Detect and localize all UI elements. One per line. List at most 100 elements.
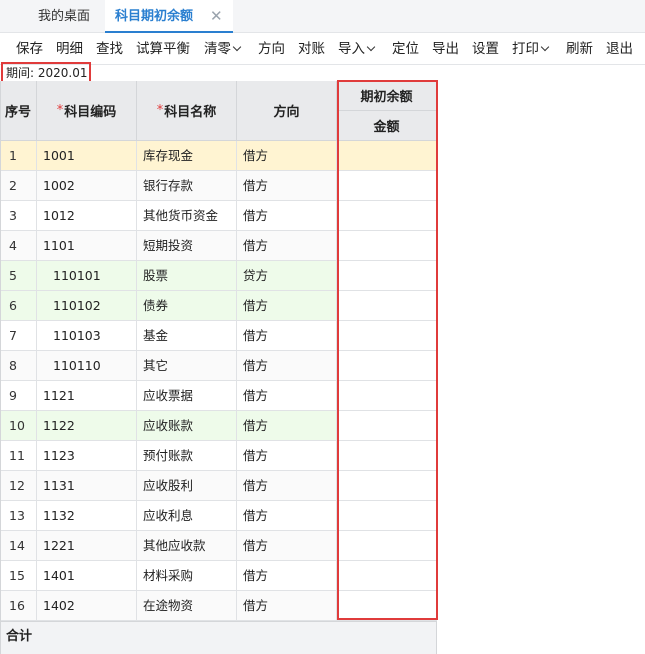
table-row[interactable]: 4 1101 短期投资 借方 xyxy=(0,231,437,261)
cell-amount-input[interactable] xyxy=(337,141,437,170)
cell-amount-input[interactable] xyxy=(337,321,437,350)
cell-name[interactable]: 其它 xyxy=(137,351,237,380)
cell-name[interactable]: 应收股利 xyxy=(137,471,237,500)
reconcile-button[interactable]: 对账 xyxy=(298,39,325,59)
cell-amount-input[interactable] xyxy=(337,291,437,320)
cell-amount-input[interactable] xyxy=(337,531,437,560)
cell-direction[interactable]: 借方 xyxy=(237,591,337,620)
cell-amount-input[interactable] xyxy=(337,471,437,500)
print-dropdown[interactable]: 打印 xyxy=(512,39,550,59)
table-row[interactable]: 1 1001 库存现金 借方 xyxy=(0,141,437,171)
cell-code[interactable]: 1221 xyxy=(37,531,137,560)
cell-name[interactable]: 短期投资 xyxy=(137,231,237,260)
cell-code[interactable]: 1001 xyxy=(37,141,137,170)
close-icon[interactable]: ✕ xyxy=(210,0,223,33)
cell-code[interactable]: 110110 xyxy=(37,351,137,380)
cell-name[interactable]: 应收账款 xyxy=(137,411,237,440)
cell-direction[interactable]: 借方 xyxy=(237,171,337,200)
cell-code[interactable]: 1101 xyxy=(37,231,137,260)
table-row[interactable]: 10 1122 应收账款 借方 xyxy=(0,411,437,441)
header-code[interactable]: * 科目编码 xyxy=(37,81,137,141)
cell-amount-input[interactable] xyxy=(337,351,437,380)
header-direction[interactable]: 方向 xyxy=(237,81,337,141)
refresh-button[interactable]: 刷新 xyxy=(566,39,593,59)
cell-direction[interactable]: 借方 xyxy=(237,381,337,410)
cell-direction[interactable]: 借方 xyxy=(237,351,337,380)
cell-direction[interactable]: 借方 xyxy=(237,321,337,350)
cell-direction[interactable]: 借方 xyxy=(237,501,337,530)
header-amount[interactable]: 金额 xyxy=(337,111,437,141)
direction-button[interactable]: 方向 xyxy=(258,39,285,59)
cell-direction[interactable]: 借方 xyxy=(237,561,337,590)
table-row[interactable]: 5 110101 股票 贷方 xyxy=(0,261,437,291)
exit-button[interactable]: 退出 xyxy=(606,39,633,59)
cell-code[interactable]: 110102 xyxy=(37,291,137,320)
table-row[interactable]: 16 1402 在途物资 借方 xyxy=(0,591,437,621)
tab-my-desktop[interactable]: 我的桌面 xyxy=(23,0,105,33)
table-row[interactable]: 15 1401 材料采购 借方 xyxy=(0,561,437,591)
table-row[interactable]: 13 1132 应收利息 借方 xyxy=(0,501,437,531)
table-row[interactable]: 9 1121 应收票据 借方 xyxy=(0,381,437,411)
table-row[interactable]: 2 1002 银行存款 借方 xyxy=(0,171,437,201)
cell-amount-input[interactable] xyxy=(337,381,437,410)
table-row[interactable]: 8 110110 其它 借方 xyxy=(0,351,437,381)
cell-code[interactable]: 1402 xyxy=(37,591,137,620)
cell-code[interactable]: 1012 xyxy=(37,201,137,230)
cell-name[interactable]: 应收利息 xyxy=(137,501,237,530)
table-row[interactable]: 6 110102 债券 借方 xyxy=(0,291,437,321)
cell-code[interactable]: 1121 xyxy=(37,381,137,410)
cell-code[interactable]: 1132 xyxy=(37,501,137,530)
export-button[interactable]: 导出 xyxy=(432,39,459,59)
cell-name[interactable]: 其他货币资金 xyxy=(137,201,237,230)
cell-direction[interactable]: 借方 xyxy=(237,201,337,230)
cell-direction[interactable]: 借方 xyxy=(237,231,337,260)
cell-name[interactable]: 债券 xyxy=(137,291,237,320)
cell-amount-input[interactable] xyxy=(337,231,437,260)
cell-direction[interactable]: 借方 xyxy=(237,441,337,470)
cell-code[interactable]: 1122 xyxy=(37,411,137,440)
cell-name[interactable]: 银行存款 xyxy=(137,171,237,200)
save-button[interactable]: 保存 xyxy=(16,39,43,59)
settings-button[interactable]: 设置 xyxy=(472,39,499,59)
cell-direction[interactable]: 借方 xyxy=(237,471,337,500)
header-name[interactable]: * 科目名称 xyxy=(137,81,237,141)
cell-name[interactable]: 其他应收款 xyxy=(137,531,237,560)
cell-direction[interactable]: 借方 xyxy=(237,291,337,320)
cell-code[interactable]: 110103 xyxy=(37,321,137,350)
table-row[interactable]: 3 1012 其他货币资金 借方 xyxy=(0,201,437,231)
detail-button[interactable]: 明细 xyxy=(56,39,83,59)
cell-name[interactable]: 预付账款 xyxy=(137,441,237,470)
cell-name[interactable]: 股票 xyxy=(137,261,237,290)
cell-direction[interactable]: 借方 xyxy=(237,531,337,560)
cell-amount-input[interactable] xyxy=(337,201,437,230)
cell-code[interactable]: 110101 xyxy=(37,261,137,290)
cell-direction[interactable]: 贷方 xyxy=(237,261,337,290)
tab-opening-balance[interactable]: 科目期初余额 ✕ xyxy=(105,0,233,33)
cell-direction[interactable]: 借方 xyxy=(237,141,337,170)
cell-code[interactable]: 1401 xyxy=(37,561,137,590)
cell-amount-input[interactable] xyxy=(337,441,437,470)
clear-dropdown[interactable]: 清零 xyxy=(204,39,242,59)
cell-code[interactable]: 1131 xyxy=(37,471,137,500)
cell-code[interactable]: 1123 xyxy=(37,441,137,470)
cell-name[interactable]: 基金 xyxy=(137,321,237,350)
cell-name[interactable]: 在途物资 xyxy=(137,591,237,620)
table-row[interactable]: 7 110103 基金 借方 xyxy=(0,321,437,351)
cell-code[interactable]: 1002 xyxy=(37,171,137,200)
cell-amount-input[interactable] xyxy=(337,561,437,590)
cell-direction[interactable]: 借方 xyxy=(237,411,337,440)
cell-name[interactable]: 应收票据 xyxy=(137,381,237,410)
import-dropdown[interactable]: 导入 xyxy=(338,39,376,59)
table-row[interactable]: 12 1131 应收股利 借方 xyxy=(0,471,437,501)
locate-button[interactable]: 定位 xyxy=(392,39,419,59)
cell-amount-input[interactable] xyxy=(337,591,437,620)
find-button[interactable]: 查找 xyxy=(96,39,123,59)
table-row[interactable]: 11 1123 预付账款 借方 xyxy=(0,441,437,471)
cell-amount-input[interactable] xyxy=(337,261,437,290)
trial-balance-button[interactable]: 试算平衡 xyxy=(136,39,190,59)
table-row[interactable]: 14 1221 其他应收款 借方 xyxy=(0,531,437,561)
cell-amount-input[interactable] xyxy=(337,501,437,530)
cell-name[interactable]: 库存现金 xyxy=(137,141,237,170)
cell-amount-input[interactable] xyxy=(337,171,437,200)
cell-name[interactable]: 材料采购 xyxy=(137,561,237,590)
